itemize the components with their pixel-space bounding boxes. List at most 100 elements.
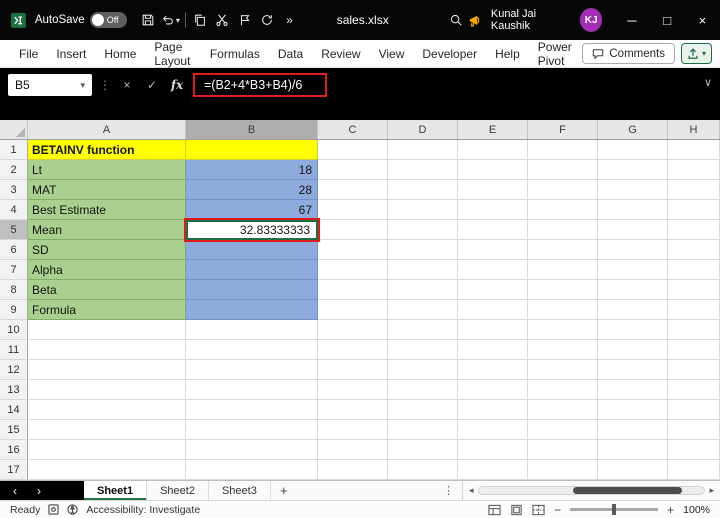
cell-H6[interactable] (668, 240, 720, 260)
tab-review[interactable]: Review (312, 40, 369, 67)
cell-A16[interactable] (28, 440, 186, 460)
cell-G7[interactable] (598, 260, 668, 280)
comments-button[interactable]: Comments (582, 43, 675, 64)
cell-C17[interactable] (318, 460, 388, 480)
cell-G11[interactable] (598, 340, 668, 360)
cell-F15[interactable] (528, 420, 598, 440)
cell-A1[interactable]: BETAINV function (28, 140, 186, 160)
zoom-slider[interactable] (570, 508, 658, 511)
cell-A6[interactable]: SD (28, 240, 186, 260)
maximize-button[interactable]: □ (650, 0, 685, 40)
cell-E9[interactable] (458, 300, 528, 320)
user-avatar[interactable]: KJ (580, 8, 602, 32)
row-header-11[interactable]: 11 (0, 340, 28, 360)
close-button[interactable]: × (685, 0, 720, 40)
cell-C16[interactable] (318, 440, 388, 460)
column-header-D[interactable]: D (388, 120, 458, 139)
copy-button[interactable] (189, 6, 211, 34)
tab-formulas[interactable]: Formulas (201, 40, 269, 67)
cell-E16[interactable] (458, 440, 528, 460)
column-header-C[interactable]: C (318, 120, 388, 139)
cell-A3[interactable]: MAT (28, 180, 186, 200)
select-all-corner[interactable] (0, 120, 28, 139)
cell-E10[interactable] (458, 320, 528, 340)
tab-file[interactable]: File (10, 40, 47, 67)
document-title[interactable]: sales.xlsx (337, 13, 389, 27)
sheet-prev-button[interactable]: ‹ (13, 484, 17, 498)
cell-E8[interactable] (458, 280, 528, 300)
cell-A14[interactable] (28, 400, 186, 420)
column-header-E[interactable]: E (458, 120, 528, 139)
sheet-next-button[interactable]: › (37, 484, 41, 498)
cell-D7[interactable] (388, 260, 458, 280)
user-name[interactable]: Kunal Jai Kaushik (491, 8, 572, 32)
cell-B3[interactable]: 28 (186, 180, 318, 200)
undo-button[interactable]: ▾ (159, 6, 181, 34)
row-header-16[interactable]: 16 (0, 440, 28, 460)
row-header-12[interactable]: 12 (0, 360, 28, 380)
cell-F10[interactable] (528, 320, 598, 340)
cut-button[interactable] (211, 6, 233, 34)
cell-D10[interactable] (388, 320, 458, 340)
cell-E12[interactable] (458, 360, 528, 380)
cell-D8[interactable] (388, 280, 458, 300)
cell-F9[interactable] (528, 300, 598, 320)
sheet-options-menu-icon[interactable]: ⋮ (435, 481, 462, 500)
cell-F13[interactable] (528, 380, 598, 400)
cell-D6[interactable] (388, 240, 458, 260)
cell-H5[interactable] (668, 220, 720, 240)
cell-B13[interactable] (186, 380, 318, 400)
cell-F6[interactable] (528, 240, 598, 260)
cell-A4[interactable]: Best Estimate (28, 200, 186, 220)
cell-B6[interactable] (186, 240, 318, 260)
cell-C5[interactable] (318, 220, 388, 240)
cell-E2[interactable] (458, 160, 528, 180)
cell-C8[interactable] (318, 280, 388, 300)
cell-G3[interactable] (598, 180, 668, 200)
cell-A9[interactable]: Formula (28, 300, 186, 320)
cell-H11[interactable] (668, 340, 720, 360)
cell-H4[interactable] (668, 200, 720, 220)
cell-B1[interactable] (186, 140, 318, 160)
cell-H2[interactable] (668, 160, 720, 180)
share-button[interactable]: ▾ (681, 43, 712, 64)
megaphone-icon[interactable] (467, 11, 484, 29)
normal-view-icon[interactable] (488, 504, 501, 516)
accessibility-status[interactable]: Accessibility: Investigate (86, 504, 200, 516)
cell-B12[interactable] (186, 360, 318, 380)
column-header-H[interactable]: H (668, 120, 720, 139)
page-break-view-icon[interactable] (532, 504, 545, 516)
cell-F12[interactable] (528, 360, 598, 380)
row-header-6[interactable]: 6 (0, 240, 28, 260)
row-header-13[interactable]: 13 (0, 380, 28, 400)
cell-A7[interactable]: Alpha (28, 260, 186, 280)
cell-H12[interactable] (668, 360, 720, 380)
cell-H10[interactable] (668, 320, 720, 340)
expand-formula-bar-icon[interactable]: ∨ (704, 76, 712, 89)
cell-B8[interactable] (186, 280, 318, 300)
cell-F3[interactable] (528, 180, 598, 200)
page-layout-view-icon[interactable] (510, 504, 523, 516)
cell-F8[interactable] (528, 280, 598, 300)
add-sheet-button[interactable]: + (271, 481, 297, 500)
cell-G2[interactable] (598, 160, 668, 180)
tab-page-layout[interactable]: Page Layout (145, 40, 200, 67)
cell-B7[interactable] (186, 260, 318, 280)
cell-A17[interactable] (28, 460, 186, 480)
tab-developer[interactable]: Developer (413, 40, 486, 67)
flag-button[interactable] (233, 6, 255, 34)
cell-A10[interactable] (28, 320, 186, 340)
cell-B4[interactable]: 67 (186, 200, 318, 220)
cell-G16[interactable] (598, 440, 668, 460)
cell-G14[interactable] (598, 400, 668, 420)
cell-C14[interactable] (318, 400, 388, 420)
cell-C7[interactable] (318, 260, 388, 280)
cell-G5[interactable] (598, 220, 668, 240)
cell-F16[interactable] (528, 440, 598, 460)
cell-B10[interactable] (186, 320, 318, 340)
cell-C3[interactable] (318, 180, 388, 200)
cell-B17[interactable] (186, 460, 318, 480)
column-header-G[interactable]: G (598, 120, 668, 139)
cell-A12[interactable] (28, 360, 186, 380)
cell-F11[interactable] (528, 340, 598, 360)
